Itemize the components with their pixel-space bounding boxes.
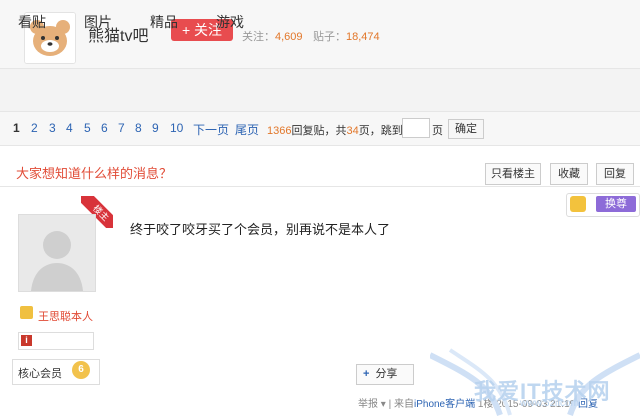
nav-item-posts[interactable]: 看贴 (18, 12, 46, 32)
share-label: 分享 (375, 368, 398, 380)
report-link[interactable]: 举报 (358, 399, 378, 410)
thread-title: 大家想知道什么样的消息？ (16, 166, 173, 181)
favorite-button[interactable]: 收藏 (550, 163, 588, 185)
page-suffix: 页，跳到 (358, 125, 403, 137)
info-icon[interactable]: i (21, 335, 32, 346)
nav-item-images[interactable]: 图片 (84, 12, 112, 32)
only-op-button[interactable]: 只看楼主 (485, 163, 541, 185)
follow-stat-label: 关注： (242, 31, 275, 43)
post-content: 终于咬了咬牙买了个会员，别再说不是本人了 (130, 222, 391, 237)
posts-stat-value: 18,474 (346, 31, 380, 43)
page-link[interactable]: 9 (152, 121, 159, 135)
nav-item-featured[interactable]: 精品 (150, 12, 178, 32)
reply-button[interactable]: 回复 (596, 163, 634, 185)
page-count: 34 (346, 125, 359, 137)
from-prefix: | 来自 (388, 399, 414, 410)
page-unit: 页 (432, 125, 443, 137)
default-avatar-icon (19, 215, 95, 291)
follow-stat: 关注：4,609 (242, 28, 303, 44)
reply-count-text: 1366回复贴，共34页，跳到 (267, 122, 403, 138)
share-button[interactable]: + 分享 (356, 364, 414, 385)
crown-icon (20, 306, 33, 319)
posts-stat-label: 贴子： (313, 31, 346, 43)
client-link[interactable]: iPhone客户端 (414, 399, 475, 410)
rank-level-badge: 6 (72, 361, 90, 379)
last-page-link[interactable]: 尾页 (235, 121, 259, 138)
follow-stat-value: 4,609 (275, 31, 303, 43)
forum-nav (0, 69, 640, 112)
crown-icon (570, 196, 586, 212)
page-link[interactable]: 6 (101, 121, 108, 135)
rank-label: 核心会员 (18, 368, 62, 380)
watermark-sub: www.52itcom (520, 398, 579, 409)
reply-count: 1366 (267, 125, 292, 137)
next-page-link[interactable]: 下一页 (193, 121, 229, 138)
chevron-down-icon[interactable]: ▾ (381, 399, 386, 410)
author-name[interactable]: 王思聪本人 (38, 308, 93, 324)
jump-page-input[interactable] (402, 118, 430, 138)
plus-icon: + (363, 368, 370, 380)
page-link[interactable]: 5 (84, 121, 91, 135)
posts-stat: 贴子：18,474 (313, 28, 380, 44)
confirm-button[interactable]: 确定 (448, 119, 484, 139)
page-link[interactable]: 4 (66, 121, 73, 135)
page-link[interactable]: 8 (135, 121, 142, 135)
page-link[interactable]: 2 (31, 121, 38, 135)
page-link[interactable]: 3 (49, 121, 56, 135)
avatar[interactable] (18, 214, 96, 292)
nav-item-games[interactable]: 游戏 (216, 12, 244, 32)
switch-button[interactable]: 换尊 (596, 196, 636, 212)
reply-suffix: 回复贴，共 (291, 125, 347, 137)
page-link[interactable]: 10 (170, 121, 183, 135)
page-link[interactable]: 7 (118, 121, 125, 135)
page-link-current: 1 (13, 121, 20, 135)
